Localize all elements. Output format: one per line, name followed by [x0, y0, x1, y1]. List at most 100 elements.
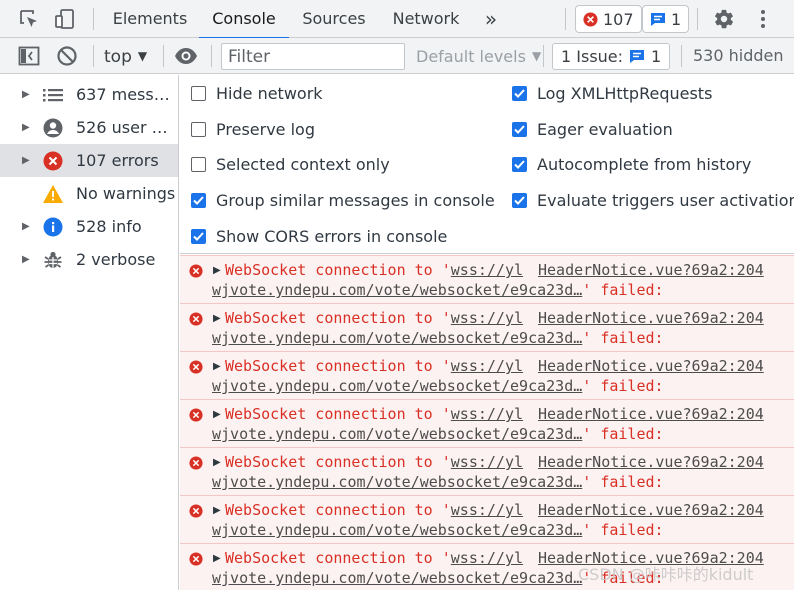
- expand-arrow-icon[interactable]: ▶: [22, 122, 34, 133]
- option-label: Evaluate triggers user activation: [537, 190, 794, 210]
- expand-arrow-icon[interactable]: ▶: [22, 221, 34, 232]
- option-label: Group similar messages in console: [216, 190, 495, 210]
- message-text-continued: wjvote.yndepu.com/vote/websocket/e9ca23d…: [212, 329, 664, 347]
- source-link[interactable]: HeaderNotice.vue?69a2:204: [538, 357, 764, 375]
- sidebar-item-errors[interactable]: ▶ 107 errors: [0, 144, 178, 177]
- console-error-message[interactable]: ▶ WebSocket connection to 'wss://yl Head…: [180, 303, 794, 351]
- expand-arrow-icon[interactable]: ▶: [22, 89, 34, 100]
- source-link[interactable]: HeaderNotice.vue?69a2:204: [538, 309, 764, 327]
- websocket-url-link[interactable]: wjvote.yndepu.com/vote/websocket/e9ca23d…: [212, 569, 582, 587]
- websocket-url-link[interactable]: wjvote.yndepu.com/vote/websocket/e9ca23d…: [212, 425, 582, 443]
- sidebar-item-info[interactable]: ▶ 528 info: [0, 210, 178, 243]
- console-error-message[interactable]: ▶ WebSocket connection to 'wss://yl Head…: [180, 399, 794, 447]
- websocket-url-link[interactable]: wss://yl: [451, 453, 523, 471]
- tab-elements[interactable]: Elements: [107, 0, 193, 38]
- eye-icon[interactable]: [173, 43, 199, 69]
- message-suffix: ' failed:: [582, 473, 664, 491]
- sidebar-item-verbose[interactable]: ▶ 2 verbose: [0, 243, 178, 276]
- expand-arrow-icon[interactable]: ▶: [213, 457, 221, 468]
- websocket-url-link[interactable]: wss://yl: [451, 549, 523, 567]
- source-link[interactable]: HeaderNotice.vue?69a2:204: [538, 453, 764, 471]
- evaluate-triggers-checkbox[interactable]: Evaluate triggers user activation: [512, 185, 794, 215]
- group-similar-checkbox[interactable]: Group similar messages in console: [191, 185, 495, 215]
- autocomplete-from-history-checkbox[interactable]: Autocomplete from history: [512, 149, 751, 179]
- sidebar-item-messages[interactable]: ▶ 637 messages: [0, 78, 178, 111]
- console-sidebar: ▶ 637 messages ▶ 526 user messages ▶ 107…: [0, 75, 179, 590]
- expand-arrow-icon[interactable]: ▶: [213, 361, 221, 372]
- checkbox-checked[interactable]: [512, 156, 527, 172]
- error-count: 107: [603, 9, 634, 29]
- websocket-url-link[interactable]: wjvote.yndepu.com/vote/websocket/e9ca23d…: [212, 521, 582, 539]
- execution-context-select[interactable]: top ▼: [104, 38, 147, 74]
- console-error-message[interactable]: ▶ WebSocket connection to 'wss://yl Head…: [180, 351, 794, 399]
- sidebar-item-warnings[interactable]: ▶ No warnings: [0, 177, 178, 210]
- sidebar-item-label: 526 user messages: [76, 118, 176, 137]
- watermark: CSDN @咔咔咔的kidult: [578, 565, 754, 584]
- error-icon: [189, 552, 203, 566]
- more-tabs-button[interactable]: »: [478, 0, 504, 38]
- websocket-url-link[interactable]: wjvote.yndepu.com/vote/websocket/e9ca23d…: [212, 473, 582, 491]
- websocket-url-link[interactable]: wss://yl: [451, 501, 523, 519]
- checkbox-checked[interactable]: [191, 192, 206, 208]
- checkmark-icon: [193, 195, 204, 205]
- message-suffix: ' failed:: [582, 329, 664, 347]
- console-error-message[interactable]: ▶ WebSocket connection to 'wss://yl Head…: [180, 495, 794, 543]
- expand-arrow-icon[interactable]: ▶: [213, 505, 221, 516]
- clear-console-icon[interactable]: [54, 43, 80, 69]
- hide-network-checkbox[interactable]: Hide network: [191, 78, 323, 108]
- checkbox-checked[interactable]: [191, 228, 206, 244]
- expand-arrow-icon[interactable]: ▶: [213, 553, 221, 564]
- separator: [93, 8, 94, 30]
- source-link[interactable]: HeaderNotice.vue?69a2:204: [538, 261, 764, 279]
- eager-evaluation-checkbox[interactable]: Eager evaluation: [512, 114, 673, 144]
- show-cors-errors-checkbox[interactable]: Show CORS errors in console: [191, 221, 447, 251]
- checkbox-unchecked[interactable]: [191, 121, 206, 137]
- source-link[interactable]: HeaderNotice.vue?69a2:204: [538, 501, 764, 519]
- checkbox-unchecked[interactable]: [191, 156, 206, 172]
- expand-arrow-icon[interactable]: ▶: [22, 155, 34, 166]
- selected-context-only-checkbox[interactable]: Selected context only: [191, 149, 390, 179]
- message-prefix: WebSocket connection to ': [225, 405, 451, 423]
- websocket-url-link[interactable]: wss://yl: [451, 309, 523, 327]
- inspect-element-icon[interactable]: [16, 6, 42, 32]
- log-xmlhttprequests-checkbox[interactable]: Log XMLHttpRequests: [512, 78, 712, 108]
- console-error-message[interactable]: ▶ WebSocket connection to 'wss://yl Head…: [180, 447, 794, 495]
- gear-icon[interactable]: [711, 6, 737, 32]
- option-label: Log XMLHttpRequests: [537, 83, 713, 103]
- websocket-url-link[interactable]: wss://yl: [451, 357, 523, 375]
- websocket-url-link[interactable]: wjvote.yndepu.com/vote/websocket/e9ca23d…: [212, 377, 582, 395]
- source-link[interactable]: HeaderNotice.vue?69a2:204: [538, 405, 764, 423]
- sidebar-item-user-messages[interactable]: ▶ 526 user messages: [0, 111, 178, 144]
- checkbox-checked[interactable]: [512, 192, 527, 208]
- websocket-url-link[interactable]: wjvote.yndepu.com/vote/websocket/e9ca23d…: [212, 281, 582, 299]
- error-count-badge[interactable]: 107: [575, 5, 642, 33]
- tab-console[interactable]: Console: [199, 0, 289, 39]
- expand-arrow-icon[interactable]: ▶: [213, 265, 221, 276]
- filter-input[interactable]: [221, 43, 405, 70]
- message-count-badge[interactable]: 1: [642, 5, 690, 33]
- checkbox-checked[interactable]: [512, 121, 527, 137]
- separator: [211, 45, 212, 67]
- tab-network[interactable]: Network: [385, 0, 467, 38]
- websocket-url-link[interactable]: wss://yl: [451, 261, 523, 279]
- websocket-url-link[interactable]: wjvote.yndepu.com/vote/websocket/e9ca23d…: [212, 329, 582, 347]
- message-text: WebSocket connection to 'wss://yl: [225, 405, 523, 423]
- console-error-message[interactable]: ▶ WebSocket connection to 'wss://yl Head…: [180, 255, 794, 303]
- sidebar-toggle-icon[interactable]: [16, 43, 42, 69]
- preserve-log-checkbox[interactable]: Preserve log: [191, 114, 315, 144]
- tab-sources[interactable]: Sources: [296, 0, 372, 38]
- checkbox-checked[interactable]: [512, 85, 527, 101]
- expand-arrow-icon[interactable]: ▶: [213, 313, 221, 324]
- websocket-url-link[interactable]: wss://yl: [451, 405, 523, 423]
- kebab-menu-icon[interactable]: [750, 6, 776, 32]
- sidebar-item-label: 2 verbose: [76, 250, 156, 269]
- expand-arrow-icon[interactable]: ▶: [22, 254, 34, 265]
- error-icon: [189, 264, 203, 278]
- log-levels-select[interactable]: Default levels ▼: [416, 38, 541, 74]
- separator: [565, 8, 566, 30]
- error-icon: [189, 408, 203, 422]
- expand-arrow-icon[interactable]: ▶: [213, 409, 221, 420]
- issues-button[interactable]: 1 Issue: 1: [552, 43, 671, 70]
- device-toolbar-icon[interactable]: [52, 6, 78, 32]
- checkbox-unchecked[interactable]: [191, 85, 206, 101]
